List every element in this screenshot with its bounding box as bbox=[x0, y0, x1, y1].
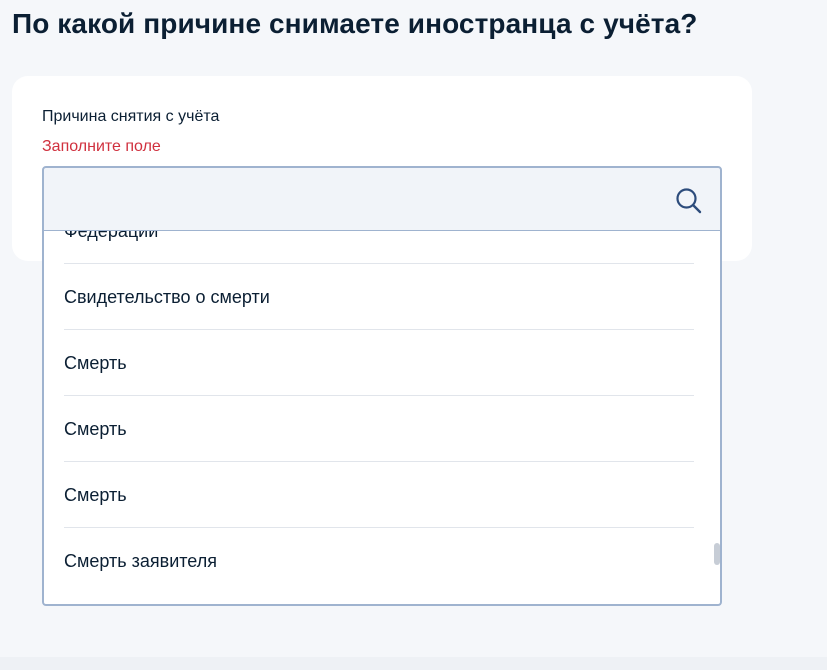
field-error-text: Заполните поле bbox=[42, 138, 161, 155]
search-icon[interactable] bbox=[675, 187, 703, 215]
dropdown-option[interactable]: Свидетельство о смерти bbox=[64, 264, 694, 330]
dropdown-option[interactable]: Смерть заявителя bbox=[64, 528, 694, 594]
dropdown-option[interactable]: Смерть bbox=[64, 462, 694, 528]
page: По какой причине снимаете иностранца с у… bbox=[0, 0, 827, 670]
page-title: По какой причине снимаете иностранца с у… bbox=[12, 8, 698, 39]
footer-band bbox=[0, 657, 827, 670]
dropdown-list[interactable]: Федерации Свидетельство о смерти Смерть … bbox=[42, 231, 722, 606]
dropdown-options: Федерации Свидетельство о смерти Смерть … bbox=[64, 231, 694, 594]
search-field[interactable] bbox=[42, 166, 722, 231]
search-input[interactable] bbox=[58, 180, 658, 218]
dropdown-option[interactable]: Смерть bbox=[64, 330, 694, 396]
field-label: Причина снятия с учёта bbox=[42, 108, 220, 125]
dropdown-scrollbar[interactable] bbox=[714, 543, 720, 565]
dropdown-option[interactable]: Федерации bbox=[64, 231, 694, 264]
dropdown-option[interactable]: Смерть bbox=[64, 396, 694, 462]
